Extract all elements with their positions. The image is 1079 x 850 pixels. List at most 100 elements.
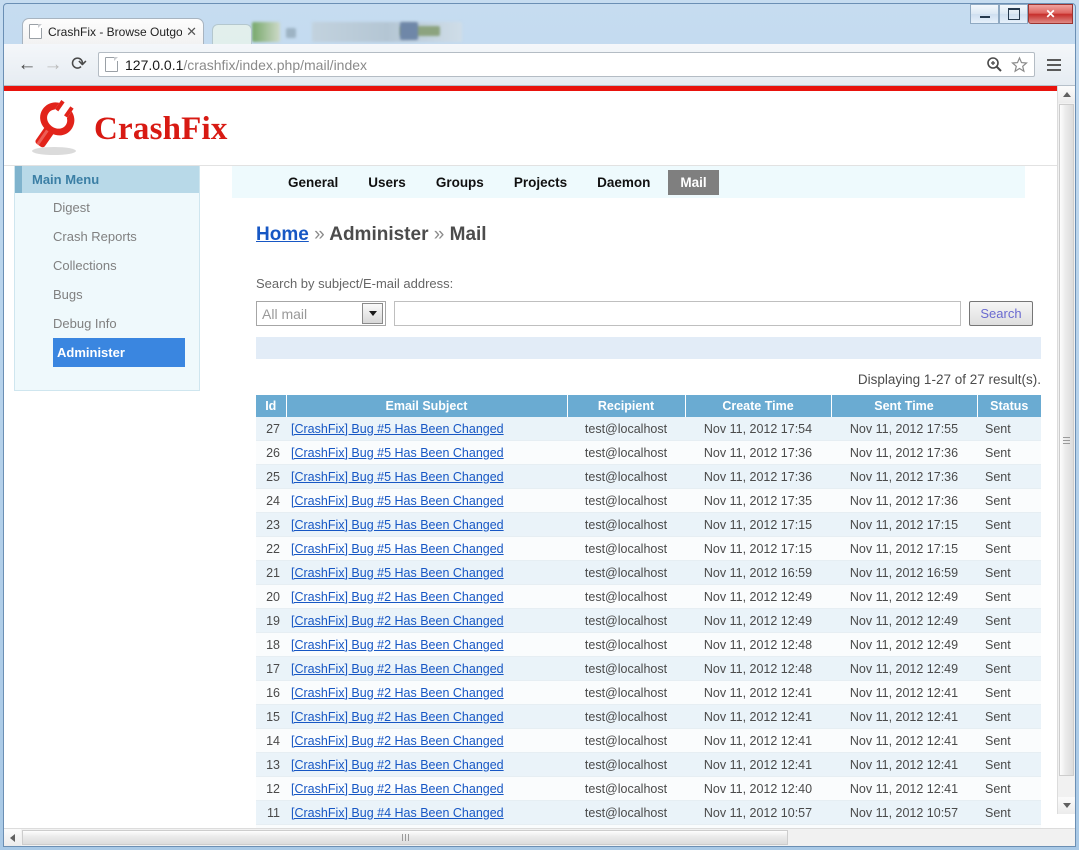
inactive-browser-tab[interactable] xyxy=(212,24,252,44)
sidebar-item-digest[interactable]: Digest xyxy=(15,193,199,222)
email-subject-link[interactable]: [CrashFix] Bug #2 Has Been Changed xyxy=(291,614,504,628)
cell-status: Sent xyxy=(977,464,1041,489)
url-host: 127.0.0.1 xyxy=(125,56,184,73)
cell-email-subject[interactable]: [CrashFix] Bug #2 Has Been Changed xyxy=(286,680,567,705)
cell-email-subject[interactable]: [CrashFix] Bug #5 Has Been Changed xyxy=(286,440,567,465)
column-header-recipient[interactable]: Recipient xyxy=(567,395,686,417)
cell-email-subject[interactable]: [CrashFix] Bug #2 Has Been Changed xyxy=(286,776,567,801)
search-input[interactable] xyxy=(394,301,961,326)
cell-email-subject[interactable]: [CrashFix] Bug #2 Has Been Changed xyxy=(286,728,567,753)
tab-groups[interactable]: Groups xyxy=(424,170,496,195)
chevron-down-icon[interactable] xyxy=(362,303,383,324)
cell-email-subject[interactable]: [CrashFix] Bug #5 Has Been Changed xyxy=(286,560,567,585)
admin-tab-bar: General Users Groups Projects Daemon Mai… xyxy=(232,166,1025,198)
forward-button[interactable]: → xyxy=(40,52,66,78)
column-header-status[interactable]: Status xyxy=(977,395,1041,417)
tab-close-icon[interactable]: ✕ xyxy=(186,25,197,38)
cell-recipient: test@localhost xyxy=(567,464,685,489)
mail-filter-value: All mail xyxy=(262,305,308,322)
active-browser-tab[interactable]: CrashFix - Browse Outgoin ✕ xyxy=(22,18,204,44)
email-subject-link[interactable]: [CrashFix] Bug #5 Has Been Changed xyxy=(291,494,504,508)
column-header-create-time[interactable]: Create Time xyxy=(685,395,832,417)
cell-email-subject[interactable]: [CrashFix] Bug #5 Has Been Changed xyxy=(286,488,567,513)
sidebar-item-bugs[interactable]: Bugs xyxy=(15,280,199,309)
vertical-scrollbar-thumb[interactable] xyxy=(1059,104,1074,776)
scroll-left-button[interactable] xyxy=(4,829,21,846)
column-header-sent-time[interactable]: Sent Time xyxy=(831,395,978,417)
reload-button[interactable]: ⟳ xyxy=(66,52,92,78)
tab-mail[interactable]: Mail xyxy=(668,169,719,195)
email-subject-link[interactable]: [CrashFix] Bug #4 Has Been Changed xyxy=(291,806,504,820)
cell-id: 15 xyxy=(256,704,286,729)
table-row: 17 [CrashFix] Bug #2 Has Been Changed test… xyxy=(256,656,1041,681)
email-subject-link[interactable]: [CrashFix] Bug #2 Has Been Changed xyxy=(291,590,504,604)
horizontal-scrollbar[interactable] xyxy=(4,828,1075,846)
cell-recipient: test@localhost xyxy=(567,584,685,609)
email-subject-link[interactable]: [CrashFix] Bug #5 Has Been Changed xyxy=(291,566,504,580)
cell-email-subject[interactable]: [CrashFix] Bug #2 Has Been Changed xyxy=(286,752,567,777)
cell-email-subject[interactable]: [CrashFix] Bug #2 Has Been Changed xyxy=(286,656,567,681)
tab-general[interactable]: General xyxy=(276,170,350,195)
cell-sent-time: Nov 11, 2012 17:36 xyxy=(831,488,977,513)
cell-email-subject[interactable]: [CrashFix] Bug #5 Has Been Changed xyxy=(286,464,567,489)
email-subject-link[interactable]: [CrashFix] Bug #2 Has Been Changed xyxy=(291,782,504,796)
email-subject-link[interactable]: [CrashFix] Bug #5 Has Been Changed xyxy=(291,422,504,436)
email-subject-link[interactable]: [CrashFix] Bug #2 Has Been Changed xyxy=(291,662,504,676)
cell-id: 17 xyxy=(256,656,286,681)
cell-email-subject[interactable]: [CrashFix] Bug #2 Has Been Changed xyxy=(286,632,567,657)
email-subject-link[interactable]: [CrashFix] Bug #2 Has Been Changed xyxy=(291,734,504,748)
cell-email-subject[interactable]: [CrashFix] Bug #5 Has Been Changed xyxy=(286,512,567,537)
filter-summary-bar xyxy=(256,337,1041,359)
email-subject-link[interactable]: [CrashFix] Bug #5 Has Been Changed xyxy=(291,542,504,556)
cell-status: Sent xyxy=(977,656,1041,681)
cell-status: Sent xyxy=(977,704,1041,729)
search-button[interactable]: Search xyxy=(969,301,1033,326)
scroll-down-button[interactable] xyxy=(1058,797,1075,814)
browser-menu-button[interactable] xyxy=(1043,53,1065,77)
minimize-button[interactable] xyxy=(970,4,999,24)
bookmark-star-icon[interactable] xyxy=(1011,56,1028,73)
email-subject-link[interactable]: [CrashFix] Bug #5 Has Been Changed xyxy=(291,518,504,532)
close-icon: ✕ xyxy=(1045,7,1056,21)
sidebar-item-crash-reports[interactable]: Crash Reports xyxy=(15,222,199,251)
email-subject-link[interactable]: [CrashFix] Bug #5 Has Been Changed xyxy=(291,446,504,460)
site-header: CrashFix xyxy=(4,91,1060,166)
browser-tab-strip: CrashFix - Browse Outgoin ✕ xyxy=(4,4,1075,44)
horizontal-scrollbar-thumb[interactable] xyxy=(22,830,788,845)
column-header-id[interactable]: Id xyxy=(256,395,287,417)
cell-email-subject[interactable]: [CrashFix] Bug #5 Has Been Changed xyxy=(286,536,567,561)
back-button[interactable]: ← xyxy=(14,52,40,78)
tab-users[interactable]: Users xyxy=(356,170,418,195)
zoom-icon[interactable] xyxy=(986,56,1003,73)
main-menu-sidebar: Main Menu Digest Crash Reports Collectio… xyxy=(14,166,200,391)
tab-projects[interactable]: Projects xyxy=(502,170,579,195)
mail-filter-select[interactable]: All mail xyxy=(256,301,386,326)
cell-sent-time: Nov 11, 2012 12:41 xyxy=(831,728,977,753)
table-row: 25 [CrashFix] Bug #5 Has Been Changed test… xyxy=(256,464,1041,489)
page-content: CrashFix Main Menu Digest Crash Reports … xyxy=(4,91,1060,831)
email-subject-link[interactable]: [CrashFix] Bug #2 Has Been Changed xyxy=(291,638,504,652)
breadcrumb-home-link[interactable]: Home xyxy=(256,224,309,245)
site-logo[interactable]: CrashFix xyxy=(18,99,228,159)
cell-email-subject[interactable]: [CrashFix] Bug #2 Has Been Changed xyxy=(286,608,567,633)
email-subject-link[interactable]: [CrashFix] Bug #5 Has Been Changed xyxy=(291,470,504,484)
cell-email-subject[interactable]: [CrashFix] Bug #4 Has Been Changed xyxy=(286,800,567,825)
email-subject-link[interactable]: [CrashFix] Bug #2 Has Been Changed xyxy=(291,710,504,724)
maximize-icon xyxy=(1007,8,1020,20)
maximize-button[interactable] xyxy=(999,4,1028,24)
cell-email-subject[interactable]: [CrashFix] Bug #2 Has Been Changed xyxy=(286,704,567,729)
email-subject-link[interactable]: [CrashFix] Bug #2 Has Been Changed xyxy=(291,758,504,772)
tab-daemon[interactable]: Daemon xyxy=(585,170,662,195)
email-subject-link[interactable]: [CrashFix] Bug #2 Has Been Changed xyxy=(291,686,504,700)
close-window-button[interactable]: ✕ xyxy=(1028,4,1073,24)
sidebar-item-debug-info[interactable]: Debug Info xyxy=(15,309,199,338)
cell-email-subject[interactable]: [CrashFix] Bug #2 Has Been Changed xyxy=(286,584,567,609)
column-header-email-subject[interactable]: Email Subject xyxy=(286,395,568,417)
scroll-up-button[interactable] xyxy=(1058,86,1075,103)
sidebar-item-collections[interactable]: Collections xyxy=(15,251,199,280)
sidebar-item-administer[interactable]: Administer xyxy=(53,338,185,367)
cell-email-subject[interactable]: [CrashFix] Bug #5 Has Been Changed xyxy=(286,417,567,441)
address-bar[interactable]: 127.0.0.1/crashfix/index.php/mail/index xyxy=(98,52,1035,77)
cell-recipient: test@localhost xyxy=(567,680,685,705)
vertical-scrollbar[interactable] xyxy=(1057,86,1075,814)
